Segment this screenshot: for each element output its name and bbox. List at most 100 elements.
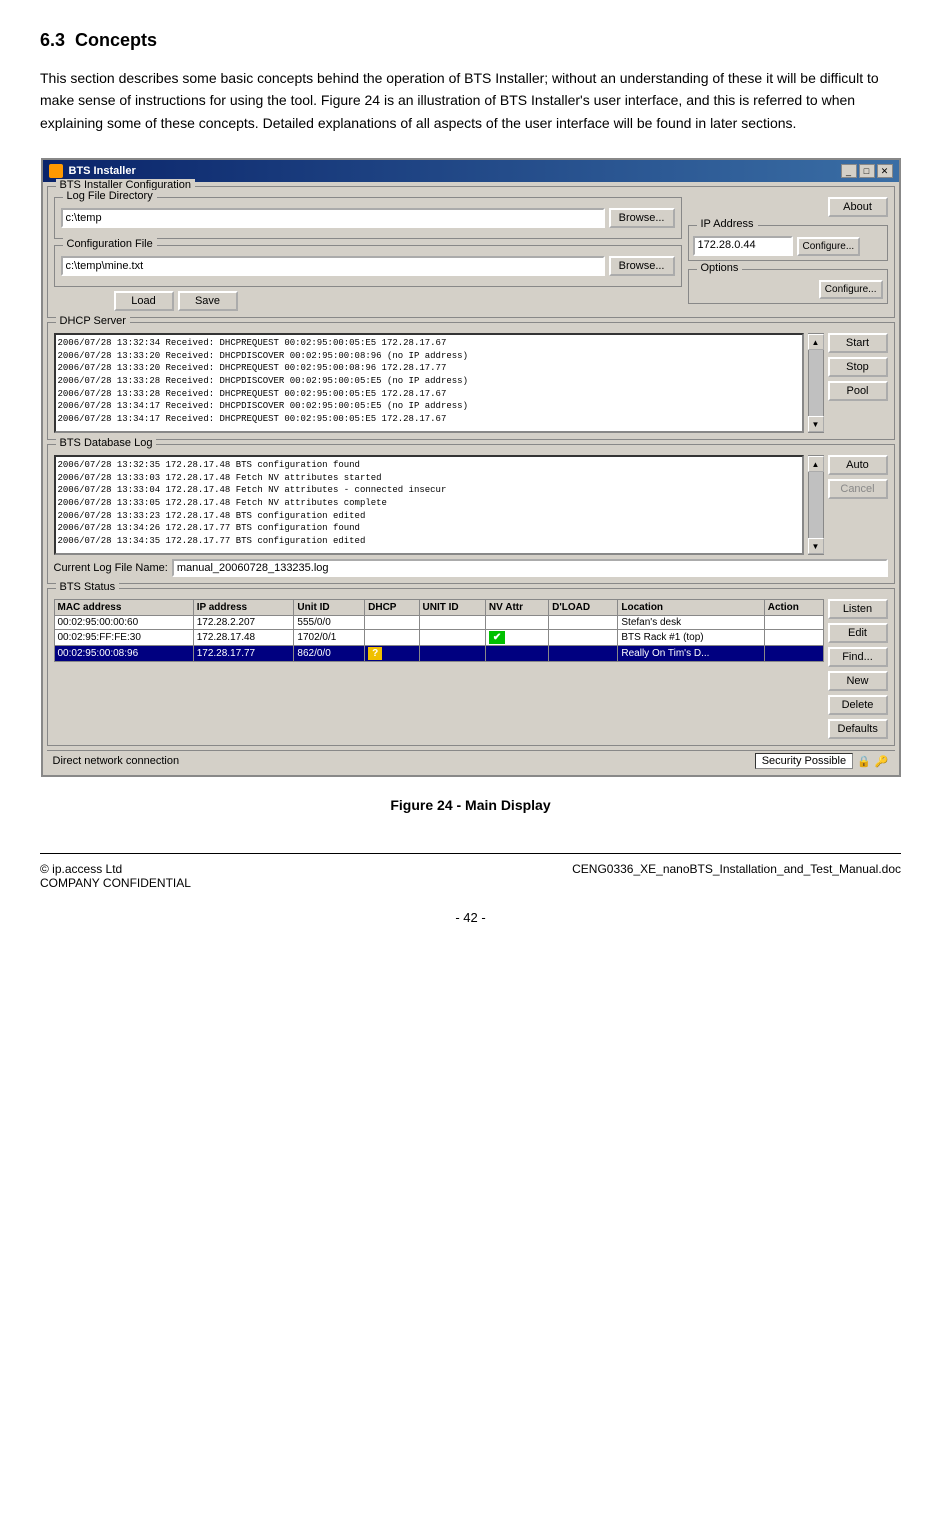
defaults-button[interactable]: Defaults xyxy=(828,719,888,739)
bts-db-group: BTS Database Log 2006/07/28 13:32:35 172… xyxy=(47,444,895,584)
log-dir-row: Browse... xyxy=(61,208,675,228)
find-button[interactable]: Find... xyxy=(828,647,888,667)
table-cell xyxy=(549,646,618,662)
table-header-row: MAC address IP address Unit ID DHCP UNIT… xyxy=(54,600,823,616)
section-heading: 6.3 Concepts xyxy=(40,30,901,51)
load-button[interactable]: Load xyxy=(114,291,174,311)
nv-attr-check-icon: ✔ xyxy=(489,631,505,644)
table-cell: 172.28.2.207 xyxy=(193,616,294,630)
about-button[interactable]: About xyxy=(828,197,888,217)
dhcp-log-line: 2006/07/28 13:33:20 Received: DHCPDISCOV… xyxy=(58,350,800,363)
configure-ip-button[interactable]: Configure... xyxy=(797,237,861,256)
bts-db-group-content: 2006/07/28 13:32:35 172.28.17.48 BTS con… xyxy=(54,455,888,577)
col-location: Location xyxy=(618,600,764,616)
dhcp-scroll-down[interactable]: ▼ xyxy=(808,416,824,432)
bts-status-group: BTS Status MAC address IP address Unit I… xyxy=(47,588,895,746)
configure-options-button[interactable]: Configure... xyxy=(819,280,883,299)
table-cell xyxy=(365,616,419,630)
table-cell xyxy=(419,630,485,646)
bts-db-buttons: Auto Cancel xyxy=(828,455,888,555)
footer-left: © ip.access Ltd COMPANY CONFIDENTIAL xyxy=(40,862,191,890)
dhcp-log-content: 2006/07/28 13:32:34 Received: DHCPREQUES… xyxy=(54,333,804,433)
config-file-label: Configuration File xyxy=(63,238,157,250)
bts-db-log-content: 2006/07/28 13:32:35 172.28.17.48 BTS con… xyxy=(54,455,804,555)
close-button[interactable]: ✕ xyxy=(877,164,893,178)
bts-installer-window: BTS Installer _ □ ✕ BTS Installer Config… xyxy=(41,158,901,777)
bts-db-scroll-down[interactable]: ▼ xyxy=(808,538,824,554)
log-dir-label: Log File Directory xyxy=(63,190,157,202)
status-bar: Direct network connection Security Possi… xyxy=(47,750,895,771)
security-text: Security Possible xyxy=(755,753,853,769)
window-body: BTS Installer Configuration Log File Dir… xyxy=(43,182,899,775)
maximize-button[interactable]: □ xyxy=(859,164,875,178)
dhcp-log-line: 2006/07/28 13:33:28 Received: DHCPREQUES… xyxy=(58,388,800,401)
browse-log-button[interactable]: Browse... xyxy=(609,208,675,228)
bts-db-scrollbar[interactable]: ▲ ▼ xyxy=(808,455,824,555)
config-section: Log File Directory Browse... Configurati… xyxy=(54,197,888,311)
status-table: MAC address IP address Unit ID DHCP UNIT… xyxy=(54,599,824,662)
save-button[interactable]: Save xyxy=(178,291,238,311)
col-ip: IP address xyxy=(193,600,294,616)
status-table-wrap: MAC address IP address Unit ID DHCP UNIT… xyxy=(54,599,824,739)
table-cell: 1702/0/1 xyxy=(294,630,365,646)
security-area: Security Possible 🔒 🔑 xyxy=(755,753,889,769)
table-cell xyxy=(365,630,419,646)
bts-db-scroll-track xyxy=(809,472,823,538)
col-mac: MAC address xyxy=(54,600,193,616)
dhcp-scrollbar[interactable]: ▲ ▼ xyxy=(808,333,824,433)
table-row[interactable]: 00:02:95:FF:FE:30172.28.17.481702/0/1✔BT… xyxy=(54,630,823,646)
title-bar-buttons[interactable]: _ □ ✕ xyxy=(841,164,893,178)
pool-button[interactable]: Pool xyxy=(828,381,888,401)
col-dload: D'LOAD xyxy=(549,600,618,616)
status-table-container: MAC address IP address Unit ID DHCP UNIT… xyxy=(54,599,888,739)
dhcp-section: 2006/07/28 13:32:34 Received: DHCPREQUES… xyxy=(54,333,888,433)
bts-db-log-area: 2006/07/28 13:32:35 172.28.17.48 BTS con… xyxy=(54,455,824,555)
bts-db-log-line: 2006/07/28 13:32:35 172.28.17.48 BTS con… xyxy=(58,459,800,472)
col-action: Action xyxy=(764,600,823,616)
figure-caption: Figure 24 - Main Display xyxy=(40,797,901,813)
bts-db-scroll-up[interactable]: ▲ xyxy=(808,456,824,472)
table-row[interactable]: 00:02:95:00:08:96172.28.17.77862/0/0?Rea… xyxy=(54,646,823,662)
table-cell: Really On Tim's D... xyxy=(618,646,764,662)
options-label: Options xyxy=(697,262,743,274)
table-cell xyxy=(419,646,485,662)
col-unit-id: Unit ID xyxy=(294,600,365,616)
new-button[interactable]: New xyxy=(828,671,888,691)
log-dir-input[interactable] xyxy=(61,208,605,228)
browse-config-button[interactable]: Browse... xyxy=(609,256,675,276)
auto-button[interactable]: Auto xyxy=(828,455,888,475)
bts-db-log-line: 2006/07/28 13:33:05 172.28.17.48 Fetch N… xyxy=(58,497,800,510)
dhcp-scroll-up[interactable]: ▲ xyxy=(808,334,824,350)
minimize-button[interactable]: _ xyxy=(841,164,857,178)
listen-button[interactable]: Listen xyxy=(828,599,888,619)
table-cell xyxy=(419,616,485,630)
load-save-row: Load Save xyxy=(54,291,682,311)
cancel-button[interactable]: Cancel xyxy=(828,479,888,499)
stop-button[interactable]: Stop xyxy=(828,357,888,377)
dhcp-buttons: Start Stop Pool xyxy=(828,333,888,433)
key-icon: 🔑 xyxy=(875,755,889,768)
table-cell xyxy=(485,616,548,630)
bts-db-log: 2006/07/28 13:32:35 172.28.17.48 BTS con… xyxy=(54,455,824,555)
current-log-label: Current Log File Name: xyxy=(54,562,168,574)
current-log-row: Current Log File Name: manual_20060728_1… xyxy=(54,559,888,577)
start-button[interactable]: Start xyxy=(828,333,888,353)
config-group: BTS Installer Configuration Log File Dir… xyxy=(47,186,895,318)
edit-button[interactable]: Edit xyxy=(828,623,888,643)
table-cell: 00:02:95:FF:FE:30 xyxy=(54,630,193,646)
table-cell: Stefan's desk xyxy=(618,616,764,630)
table-row[interactable]: 00:02:95:00:00:60172.28.2.207555/0/0Stef… xyxy=(54,616,823,630)
col-nv-attr: NV Attr xyxy=(485,600,548,616)
dhcp-scroll-track xyxy=(809,350,823,416)
options-group: Options Configure... xyxy=(688,269,888,304)
config-file-input[interactable] xyxy=(61,256,605,276)
dhcp-log-line: 2006/07/28 13:34:17 Received: DHCPDISCOV… xyxy=(58,400,800,413)
ip-address-value: 172.28.0.44 xyxy=(693,236,793,256)
dhcp-question-icon: ? xyxy=(368,647,382,660)
dhcp-group-content: 2006/07/28 13:32:34 Received: DHCPREQUES… xyxy=(54,333,888,433)
dhcp-log-line: 2006/07/28 13:33:28 Received: DHCPDISCOV… xyxy=(58,375,800,388)
delete-button[interactable]: Delete xyxy=(828,695,888,715)
footer-right: CENG0336_XE_nanoBTS_Installation_and_Tes… xyxy=(572,862,901,890)
status-bar-text: Direct network connection xyxy=(53,755,180,767)
table-cell: ✔ xyxy=(485,630,548,646)
